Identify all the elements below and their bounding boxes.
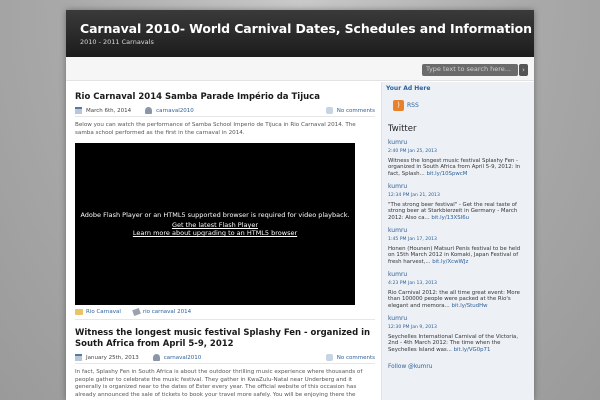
rss-link[interactable]: ) RSS [393, 100, 534, 111]
comment-icon [325, 107, 333, 114]
tweet-user[interactable]: kumru [388, 271, 528, 279]
flash-player-link[interactable]: Get the latest Flash Player [172, 221, 258, 229]
site-header: Carnaval 2010- World Carnival Dates, Sch… [66, 10, 534, 57]
ad-heading: Your Ad Here [386, 85, 431, 92]
navigation-bar: Type text to search here... › [66, 57, 534, 81]
post-date: March 6th, 2014 [86, 107, 132, 114]
main-content: Rio Carnaval 2014 Samba Parade Império d… [75, 92, 375, 400]
comments-label: No comments [336, 354, 375, 361]
tweet: kumru 2:40 PM Jan 25, 2013 Witness the l… [388, 139, 528, 178]
twitter-heading: Twitter [388, 124, 417, 134]
rss-label: RSS [407, 102, 419, 109]
follow-link[interactable]: Follow @kumru [388, 364, 534, 370]
search-input[interactable]: Type text to search here... [422, 64, 518, 76]
post: Witness the longest music festival Splas… [75, 328, 375, 400]
post-meta: March 6th, 2014 carnaval2010 No comments [75, 107, 375, 117]
site-title[interactable]: Carnaval 2010- World Carnival Dates, Sch… [80, 21, 534, 36]
tweet-time[interactable]: 4:23 PM Jan 13, 2013 [388, 281, 528, 288]
post-meta: January 25th, 2013 carnaval2010 No comme… [75, 354, 375, 365]
post-categories: Rio Carnaval rio carnaval 2014 [75, 308, 375, 321]
html5-upgrade-link[interactable]: Learn more about upgrading to an HTML5 b… [133, 229, 297, 237]
tweet-user[interactable]: kumru [388, 315, 528, 323]
post: Rio Carnaval 2014 Samba Parade Império d… [75, 92, 375, 321]
post-title[interactable]: Witness the longest music festival Splas… [75, 328, 375, 350]
search-button[interactable]: › [519, 64, 528, 76]
post-author[interactable]: carnaval2010 [156, 108, 194, 114]
calendar-icon [75, 354, 82, 362]
tweet: kumru 12:34 PM Jan 21, 2013 "The strong … [388, 183, 528, 222]
tag-link[interactable]: rio carnaval 2014 [143, 309, 191, 315]
tweet: kumru 4:23 PM Jan 13, 2013 Rio Carnival … [388, 271, 528, 310]
tweet-user[interactable]: kumru [388, 139, 528, 147]
tweet-user[interactable]: kumru [388, 227, 528, 235]
tweet-link[interactable]: bit.ly/10SpwcM [426, 171, 467, 177]
user-icon [152, 354, 160, 362]
post-excerpt: Below you can watch the performance of S… [75, 122, 356, 136]
player-message: Adobe Flash Player or an HTML5 supported… [80, 211, 350, 220]
tweet-time[interactable]: 1:45 PM Jan 17, 2013 [388, 237, 528, 244]
category-link[interactable]: Rio Carnaval [86, 309, 121, 315]
sidebar: Your Ad Here ) RSS Twitter kumru 2:40 PM… [381, 82, 534, 400]
tag-icon [132, 308, 141, 317]
calendar-icon [75, 107, 82, 114]
tweet-time[interactable]: 12:34 PM Jan 21, 2013 [388, 193, 528, 200]
post-excerpt: In fact, Splashy Fen in South Africa is … [75, 369, 363, 400]
post-date: January 25th, 2013 [86, 354, 139, 361]
tweet-link[interactable]: bit.ly/VG0p71 [454, 347, 491, 353]
rss-icon: ) [393, 100, 404, 111]
folder-icon [75, 309, 83, 316]
tweet-link[interactable]: bit.ly/XcwWJz [432, 259, 468, 265]
site-description: 2010 - 2011 Carnavals [80, 38, 154, 46]
user-icon [145, 107, 153, 114]
tweet-link[interactable]: bit.ly/StudHw [451, 303, 487, 309]
arrow-right-icon: › [522, 66, 525, 74]
tweet: kumru 12:30 PM Jan 9, 2013 Seychelles In… [388, 315, 528, 354]
tweet-user[interactable]: kumru [388, 183, 528, 191]
comments-label: No comments [336, 107, 375, 114]
tweet-time[interactable]: 12:30 PM Jan 9, 2013 [388, 325, 528, 332]
post-author[interactable]: carnaval2010 [164, 355, 202, 361]
comments-link[interactable]: No comments [325, 107, 375, 114]
video-player[interactable]: Adobe Flash Player or an HTML5 supported… [75, 143, 355, 306]
tweet-link[interactable]: bit.ly/13XSI6u [431, 215, 469, 221]
comments-link[interactable]: No comments [325, 354, 375, 362]
tweet-time[interactable]: 2:40 PM Jan 25, 2013 [388, 149, 528, 156]
comment-icon [325, 354, 333, 362]
post-title[interactable]: Rio Carnaval 2014 Samba Parade Império d… [75, 92, 375, 103]
tweet: kumru 1:45 PM Jan 17, 2013 Honen (Hounen… [388, 227, 528, 266]
